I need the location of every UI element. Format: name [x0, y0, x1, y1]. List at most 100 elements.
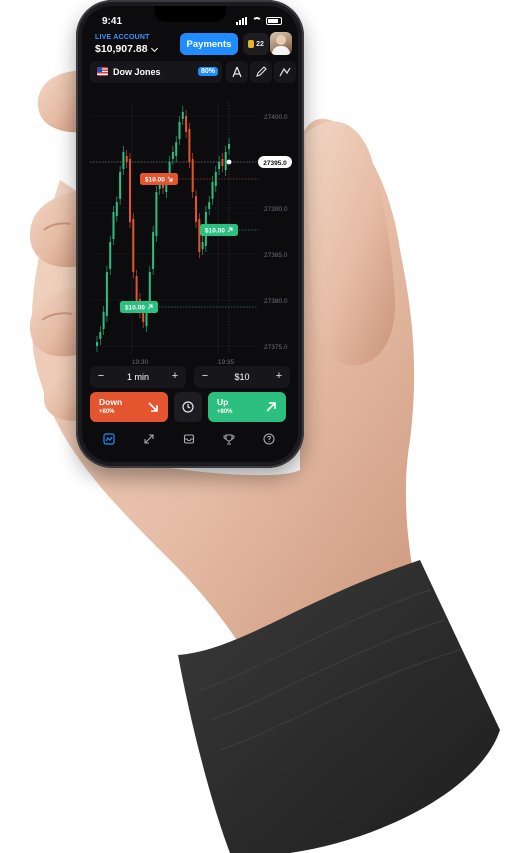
down-label: Down: [99, 397, 123, 407]
account-selector[interactable]: LIVE ACCOUNT $10,907.88: [95, 34, 158, 55]
signal-icon: [236, 17, 248, 25]
status-bar: 9:41: [82, 16, 298, 30]
duration-value[interactable]: 1 min: [110, 372, 166, 382]
price-tick-label: 27390.0: [264, 206, 288, 213]
pencil-icon: [256, 66, 267, 77]
amount-value[interactable]: $10: [214, 372, 270, 382]
trade-controls: − 1 min + − $10 +: [90, 366, 290, 388]
candle: [208, 202, 211, 209]
duration-minus-button[interactable]: −: [94, 370, 108, 382]
battery-icon: [266, 17, 282, 25]
candle: [185, 116, 188, 132]
clock-icon: [182, 401, 194, 413]
trades-icon: [144, 434, 154, 444]
amount-plus-button[interactable]: +: [272, 370, 286, 382]
time-tick-label: 19:30: [132, 359, 149, 366]
candle: [135, 276, 138, 302]
draw-tool-button[interactable]: [250, 61, 272, 83]
duration-stepper: − 1 min +: [90, 366, 186, 388]
down-button[interactable]: Down +80%: [90, 392, 168, 422]
app-screen: 9:41 LIVE ACCOUNT $10,907.88 Payments 22: [82, 6, 298, 462]
price-chart[interactable]: $10.00 $10.00 $10.00 27400.0 27390.0 27385.0…: [82, 92, 298, 374]
candle: [191, 159, 194, 192]
coins-count: 22: [256, 40, 264, 48]
help-icon: [263, 433, 275, 445]
candle: [181, 112, 184, 119]
avatar[interactable]: [270, 32, 292, 55]
indicator-icon: [279, 67, 291, 77]
arrow-down-right-icon: [148, 402, 158, 412]
arrow-up-right-icon: [266, 402, 276, 412]
amount-stepper: − $10 +: [194, 366, 290, 388]
candle: [96, 342, 98, 346]
trade-marker-label: $10.00: [205, 228, 225, 235]
trade-marker-label: $10.00: [145, 177, 165, 184]
time-tick-label: 19:35: [218, 359, 235, 366]
trophy-icon: [223, 434, 235, 445]
scene: 9:41 LIVE ACCOUNT $10,907.88 Payments 22: [0, 0, 520, 853]
candle: [218, 162, 221, 169]
phone: 9:41 LIVE ACCOUNT $10,907.88 Payments 22: [76, 0, 304, 468]
candle: [195, 196, 197, 222]
account-balance: $10,907.88: [95, 43, 158, 55]
inbox-icon: [183, 434, 195, 444]
wifi-icon: [252, 17, 262, 25]
coins-badge[interactable]: 22: [243, 33, 269, 55]
price-tick-label: 27385.0: [264, 252, 288, 259]
candle: [99, 332, 102, 339]
up-payout: +80%: [217, 409, 233, 415]
price-tick-label: 27400.0: [264, 114, 288, 121]
candle: [122, 152, 125, 169]
price-tick-label: 27380.0: [264, 298, 288, 305]
account-type-label: LIVE ACCOUNT: [95, 34, 150, 41]
chart-icon: [103, 433, 115, 445]
payout-badge: 80%: [198, 67, 219, 76]
candle: [119, 172, 122, 199]
indicator-tool-button[interactable]: [274, 61, 296, 83]
candle: [171, 152, 174, 159]
trade-lines: $10.00 $10.00 $10.00: [120, 173, 258, 313]
coin-icon: [248, 40, 255, 48]
timer-button[interactable]: [174, 392, 202, 422]
payments-button[interactable]: Payments: [180, 33, 238, 55]
candle: [109, 242, 112, 269]
down-payout: +80%: [99, 409, 115, 415]
tab-trades[interactable]: [140, 430, 158, 448]
up-button[interactable]: Up +80%: [208, 392, 286, 422]
tab-inbox[interactable]: [180, 430, 198, 448]
candle: [132, 219, 135, 272]
current-price-label: 27395.0: [263, 160, 287, 167]
candle: [115, 202, 118, 216]
tab-chart[interactable]: [100, 430, 118, 448]
tab-help[interactable]: [260, 430, 278, 448]
current-price-dot: [226, 159, 232, 165]
candle: [211, 182, 214, 199]
candle: [224, 152, 227, 170]
candle: [175, 142, 178, 156]
candle: [155, 192, 158, 236]
up-label: Up: [217, 397, 229, 407]
duration-plus-button[interactable]: +: [168, 370, 182, 382]
candle: [129, 159, 131, 222]
tab-tournaments[interactable]: [220, 430, 238, 448]
us-flag-icon: [97, 67, 108, 76]
candle: [152, 232, 155, 269]
candle: [228, 144, 230, 149]
price-axis: 27400.0 27390.0 27385.0 27380.0 27375.0 27395…: [258, 114, 292, 351]
candle: [105, 272, 108, 316]
balance-value: $10,907.88: [95, 43, 148, 55]
asset-selector[interactable]: Dow Jones 80%: [90, 61, 222, 83]
compass-icon: [232, 66, 242, 78]
time-axis: 19:30 19:35: [132, 359, 235, 366]
candle: [178, 122, 181, 139]
compass-tool-button[interactable]: [226, 61, 248, 83]
candle: [125, 156, 128, 162]
candle: [198, 219, 201, 252]
bottom-tab-bar: [82, 430, 298, 450]
amount-minus-button[interactable]: −: [198, 370, 212, 382]
price-tick-label: 27375.0: [264, 344, 288, 351]
status-time: 9:41: [102, 16, 123, 27]
chevron-down-icon: [150, 44, 158, 52]
trade-marker-label: $10.00: [125, 305, 145, 312]
candle: [188, 129, 191, 162]
